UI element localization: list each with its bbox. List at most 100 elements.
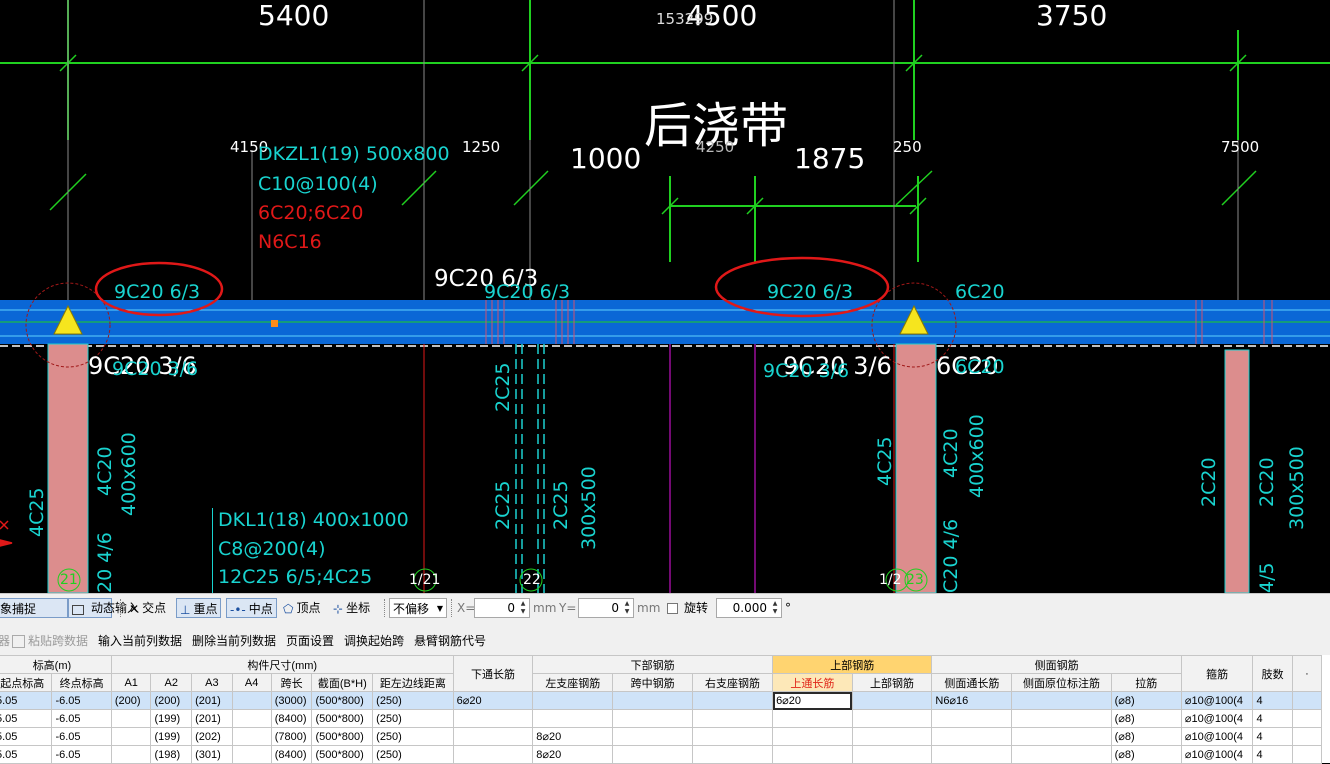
table-cell[interactable] <box>231 727 272 746</box>
table-cell[interactable]: ⌀10@100(4 <box>1180 727 1254 746</box>
table-cell[interactable]: 4 <box>1252 727 1293 746</box>
table-cell[interactable]: -6.05 <box>51 709 112 728</box>
drawing-canvas[interactable]: 5400 4500 3750 153299 后浇带 4150 1250 1000… <box>0 0 1330 593</box>
table-cell[interactable] <box>110 709 152 728</box>
table-cell[interactable] <box>231 709 272 728</box>
table-cell[interactable]: (8400) <box>270 745 313 764</box>
table-cell[interactable] <box>1011 691 1112 710</box>
table-cell[interactable]: (200) <box>150 691 193 710</box>
table-cell[interactable]: 4 <box>1252 691 1293 710</box>
table-cell[interactable] <box>691 691 774 710</box>
table-cell[interactable]: (250) <box>372 745 454 764</box>
table-cell[interactable]: 6⌀20 <box>452 691 534 710</box>
object-snap-toggle[interactable]: 象捕捉 <box>0 598 68 618</box>
table-cell[interactable] <box>532 691 614 710</box>
table-cell[interactable]: (500*800) <box>311 691 374 710</box>
table-cell[interactable]: (250) <box>372 709 454 728</box>
table-cell[interactable]: -6.05 <box>51 691 112 710</box>
table-cell[interactable]: 6⌀20 <box>772 691 853 710</box>
table-cell[interactable]: (199) <box>150 727 193 746</box>
table-cell[interactable]: ⌀10@100(4 <box>1180 691 1254 710</box>
table-cell[interactable] <box>772 727 853 746</box>
table-cell[interactable]: 5.05 <box>0 691 53 710</box>
table-cell[interactable] <box>612 691 693 710</box>
table-cell[interactable] <box>231 691 272 710</box>
table-cell[interactable] <box>851 727 933 746</box>
delete-current-column-button[interactable]: 删除当前列数据 <box>192 632 276 649</box>
table-cell[interactable]: (500*800) <box>311 745 374 764</box>
table-cell[interactable] <box>1291 745 1323 764</box>
table-cell[interactable] <box>1291 727 1323 746</box>
table-cell[interactable] <box>931 727 1013 746</box>
table-cell[interactable]: ⌀10@100(4 <box>1180 745 1254 764</box>
table-cell[interactable]: (7800) <box>270 727 313 746</box>
table-row[interactable]: 5.05-6.05 (199)(201) (8400)(500*800)(250) (… <box>0 709 1323 728</box>
table-cell[interactable] <box>1011 745 1112 764</box>
input-current-column-button[interactable]: 输入当前列数据 <box>98 632 182 649</box>
table-cell[interactable]: 5.05 <box>0 727 53 746</box>
table-cell[interactable] <box>110 727 152 746</box>
table-cell[interactable] <box>851 745 933 764</box>
table-cell[interactable]: 8⌀20 <box>532 745 614 764</box>
table-cell[interactable] <box>931 709 1013 728</box>
table-cell[interactable]: (⌀8) <box>1110 691 1182 710</box>
table-cell[interactable] <box>1291 691 1323 710</box>
perpendicular-snap[interactable]: ⊥ 重点 <box>176 598 222 618</box>
table-cell[interactable] <box>612 709 693 728</box>
table-row[interactable]: 5.05-6.05(200)(200)(201)(3000)(500*800)(… <box>0 691 1323 710</box>
paste-span-data-button[interactable]: 粘贴跨数据 <box>12 632 88 649</box>
table-cell[interactable]: (⌀8) <box>1110 727 1182 746</box>
table-cell[interactable]: (201) <box>191 691 233 710</box>
table-cell[interactable]: (500*800) <box>311 709 374 728</box>
table-cell[interactable] <box>612 745 693 764</box>
table-cell[interactable] <box>772 745 853 764</box>
offset-select[interactable]: 不偏移 ▼ <box>389 598 447 618</box>
table-cell[interactable]: (202) <box>191 727 233 746</box>
table-cell[interactable]: 4 <box>1252 745 1293 764</box>
table-cell[interactable]: (200) <box>110 691 152 710</box>
table-cell[interactable]: (301) <box>191 745 233 764</box>
table-cell[interactable]: ⌀10@100(4 <box>1180 709 1254 728</box>
table-cell[interactable] <box>452 745 534 764</box>
table-cell[interactable]: (500*800) <box>311 727 374 746</box>
table-cell[interactable]: (250) <box>372 691 454 710</box>
table-cell[interactable]: -6.05 <box>51 727 112 746</box>
midpoint-snap[interactable]: -•- 中点 <box>226 598 277 618</box>
table-cell[interactable]: (3000) <box>270 691 313 710</box>
table-cell[interactable]: (⌀8) <box>1110 745 1182 764</box>
table-cell[interactable] <box>851 709 933 728</box>
table-row[interactable]: 5.05-6.05 (198)(301) (8400)(500*800)(250) 8… <box>0 745 1323 764</box>
table-cell[interactable] <box>532 709 614 728</box>
table-cell[interactable] <box>851 691 933 710</box>
table-cell[interactable] <box>452 709 534 728</box>
rotate-checkbox[interactable]: 旋转 <box>664 598 711 618</box>
table-cell[interactable] <box>1011 709 1112 728</box>
table-cell[interactable] <box>452 727 534 746</box>
table-cell[interactable] <box>931 745 1013 764</box>
table-cell[interactable]: (201) <box>191 709 233 728</box>
table-cell[interactable]: 5.05 <box>0 709 53 728</box>
table-cell[interactable] <box>691 727 774 746</box>
adjust-start-span-button[interactable]: 调换起始跨 <box>344 632 404 649</box>
table-cell[interactable]: (198) <box>150 745 193 764</box>
table-cell[interactable]: N6⌀16 <box>931 691 1013 710</box>
page-setup-button[interactable]: 页面设置 <box>286 632 334 649</box>
table-cell[interactable]: 8⌀20 <box>532 727 614 746</box>
vertex-snap[interactable]: ⬠ 顶点 <box>280 598 323 618</box>
y-input[interactable]: 0 ▲ ▼ <box>578 598 634 618</box>
table-cell[interactable] <box>1011 727 1112 746</box>
table-cell[interactable]: 4 <box>1252 709 1293 728</box>
table-cell[interactable] <box>772 709 853 728</box>
table-cell[interactable] <box>612 727 693 746</box>
table-cell[interactable]: (199) <box>150 709 193 728</box>
intersection-snap[interactable]: ✕ 交点 <box>126 598 169 618</box>
table-cell[interactable]: (250) <box>372 727 454 746</box>
table-cell[interactable]: -6.05 <box>51 745 112 764</box>
rotate-input[interactable]: 0.000 ▲ ▼ <box>716 598 782 618</box>
table-cell[interactable]: (⌀8) <box>1110 709 1182 728</box>
coordinate-snap[interactable]: ⊹ 坐标 <box>330 598 373 618</box>
table-row[interactable]: 5.05-6.05 (199)(202) (7800)(500*800)(250) 8… <box>0 727 1323 746</box>
x-input[interactable]: 0 ▲ ▼ <box>474 598 530 618</box>
table-cell[interactable]: (8400) <box>270 709 313 728</box>
table-cell[interactable] <box>110 745 152 764</box>
